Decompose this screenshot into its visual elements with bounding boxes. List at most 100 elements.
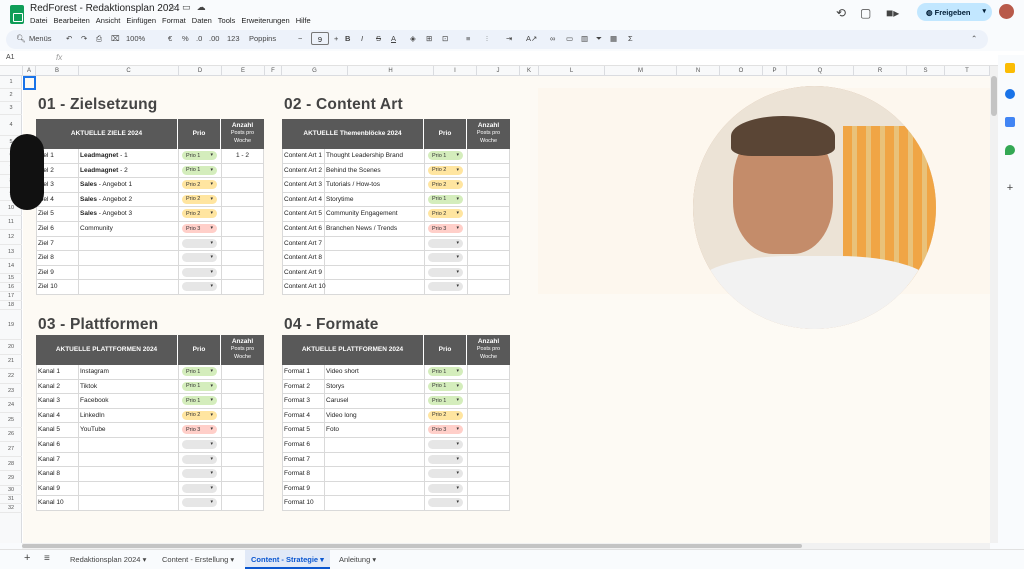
dropdown-arrow-icon[interactable]: ▾: [456, 240, 459, 246]
table-row[interactable]: Content Art 6 Branchen News / Trends Prio …: [282, 222, 510, 237]
menu-ansicht[interactable]: Ansicht: [96, 16, 121, 25]
table-row[interactable]: Content Art 3 Tutorials / How-tos Prio 2 ▾: [282, 178, 510, 193]
cell-id[interactable]: Ziel 5: [38, 210, 54, 217]
prio-dropdown-chip[interactable]: Prio 1 ▾: [182, 381, 217, 391]
cell-description[interactable]: Storys: [326, 383, 424, 390]
row-header[interactable]: 23: [0, 384, 22, 399]
dropdown-arrow-icon[interactable]: ▾: [210, 441, 213, 447]
filter-views-icon[interactable]: ▦: [610, 34, 617, 43]
table-row[interactable]: Kanal 3 Facebook Prio 1 ▾: [36, 394, 264, 409]
cell-description[interactable]: Leadmagnet - 1: [80, 152, 178, 159]
cell-description[interactable]: Thought Leadership Brand: [326, 152, 424, 159]
cell-id[interactable]: Format 1: [284, 368, 310, 375]
table-row[interactable]: Format 6 ▾: [282, 438, 510, 453]
row-header[interactable]: 16: [0, 283, 22, 292]
dropdown-arrow-icon[interactable]: ▾: [456, 181, 459, 187]
cell-description[interactable]: LinkedIn: [80, 412, 178, 419]
prio-dropdown-chip[interactable]: ▾: [428, 440, 463, 449]
cell-description[interactable]: Tutorials / How-tos: [326, 181, 424, 188]
prio-dropdown-chip[interactable]: Prio 1 ▾: [182, 151, 217, 160]
tab-content-strategie[interactable]: Content - Strategie ▾: [245, 550, 330, 569]
col-header[interactable]: O: [720, 66, 763, 76]
menu-hilfe[interactable]: Hilfe: [296, 16, 311, 25]
cell-description[interactable]: Community: [80, 225, 178, 232]
prio-dropdown-chip[interactable]: ▾: [428, 282, 463, 292]
dropdown-arrow-icon[interactable]: ▾: [456, 254, 459, 260]
menu-format[interactable]: Format: [162, 16, 186, 25]
prio-dropdown-chip[interactable]: Prio 1 ▾: [428, 194, 463, 204]
font-size-increase[interactable]: +: [334, 34, 338, 43]
table-row[interactable]: Ziel 9 ▾: [36, 265, 264, 281]
cell-description[interactable]: Branchen News / Trends: [326, 225, 424, 232]
table-row[interactable]: Kanal 7 ▾: [36, 452, 264, 468]
table-row[interactable]: Ziel 4 Sales - Angebot 2 Prio 2 ▾: [36, 192, 264, 208]
prio-dropdown-chip[interactable]: ▾: [182, 469, 217, 479]
col-header[interactable]: S: [907, 66, 945, 76]
col-header[interactable]: Q: [787, 66, 854, 76]
align-horizontal-icon[interactable]: ≡: [466, 34, 470, 43]
row-header[interactable]: 27: [0, 442, 22, 457]
select-all-corner[interactable]: [0, 66, 23, 76]
cell-description[interactable]: Facebook: [80, 397, 178, 404]
row-header[interactable]: 26: [0, 428, 22, 443]
dropdown-arrow-icon[interactable]: ▾: [456, 283, 459, 289]
cell-id[interactable]: Content Art 6: [284, 225, 322, 232]
table-row[interactable]: Content Art 10 ▾: [282, 280, 510, 295]
dropdown-arrow-icon[interactable]: ▾: [210, 397, 213, 403]
dropdown-arrow-icon[interactable]: ▾: [210, 269, 213, 275]
redo-icon[interactable]: ↷: [81, 34, 87, 43]
cell-description[interactable]: Storytime: [326, 196, 424, 203]
cell-id[interactable]: Format 10: [284, 499, 314, 506]
cell-description[interactable]: Carusel: [326, 397, 424, 404]
prio-dropdown-chip[interactable]: Prio 1 ▾: [428, 367, 463, 376]
text-rotation-icon[interactable]: A↗: [526, 34, 537, 43]
dropdown-arrow-icon[interactable]: ▾: [456, 269, 459, 275]
table-row[interactable]: Ziel 7 ▾: [36, 236, 264, 252]
cell-posts-per-week[interactable]: 1 - 2: [221, 152, 264, 159]
cell-id[interactable]: Ziel 10: [38, 283, 58, 290]
prio-dropdown-chip[interactable]: Prio 1 ▾: [428, 381, 463, 391]
prio-dropdown-chip[interactable]: Prio 2 ▾: [182, 410, 217, 420]
prio-dropdown-chip[interactable]: ▾: [182, 282, 217, 292]
dropdown-arrow-icon[interactable]: ▾: [210, 167, 213, 173]
table-row[interactable]: Format 1 Video short Prio 1 ▾: [282, 365, 510, 380]
dropdown-arrow-icon[interactable]: ▾: [456, 456, 459, 462]
dropdown-arrow-icon[interactable]: ▾: [210, 254, 213, 260]
cell-id[interactable]: Content Art 2: [284, 167, 322, 174]
prio-dropdown-chip[interactable]: ▾: [428, 498, 463, 508]
cell-id[interactable]: Content Art 7: [284, 240, 322, 247]
table-row[interactable]: Content Art 2 Behind the Scenes Prio 2 ▾: [282, 163, 510, 179]
table-row[interactable]: Format 10 ▾: [282, 496, 510, 511]
table-row[interactable]: Content Art 9 ▾: [282, 265, 510, 281]
dropdown-arrow-icon[interactable]: ▾: [210, 383, 213, 389]
comment-icon[interactable]: ▢: [860, 6, 871, 20]
strikethrough-icon[interactable]: S: [376, 34, 381, 43]
zoom-select[interactable]: 100%: [126, 34, 145, 43]
table-row[interactable]: Content Art 4 Storytime Prio 1 ▾: [282, 192, 510, 208]
cell-description[interactable]: Tiktok: [80, 383, 178, 390]
prio-dropdown-chip[interactable]: Prio 2 ▾: [182, 194, 217, 204]
dropdown-arrow-icon[interactable]: ▾: [210, 426, 213, 432]
table-row[interactable]: Ziel 5 Sales - Angebot 3 Prio 2 ▾: [36, 207, 264, 222]
dropdown-arrow-icon[interactable]: ▾: [210, 412, 213, 418]
row-header[interactable]: 2: [0, 89, 22, 102]
prio-dropdown-chip[interactable]: Prio 2 ▾: [428, 165, 463, 175]
row-header[interactable]: 3: [0, 102, 22, 115]
cell-id[interactable]: Ziel 8: [38, 254, 54, 261]
cell-id[interactable]: Content Art 1: [284, 152, 322, 159]
currency-format[interactable]: €: [168, 34, 172, 43]
cell-description[interactable]: Video short: [326, 368, 424, 375]
col-header[interactable]: T: [945, 66, 990, 76]
row-header[interactable]: 22: [0, 369, 22, 384]
col-header[interactable]: G: [282, 66, 348, 76]
row-header[interactable]: 20: [0, 340, 22, 355]
prio-dropdown-chip[interactable]: Prio 3 ▾: [428, 425, 463, 435]
col-header[interactable]: N: [677, 66, 720, 76]
fill-color-icon[interactable]: ◈: [410, 34, 416, 43]
row-header[interactable]: 31: [0, 495, 22, 504]
dropdown-arrow-icon[interactable]: ▾: [456, 485, 459, 491]
cell-id[interactable]: Format 9: [284, 485, 310, 492]
cell-id[interactable]: Kanal 9: [38, 485, 60, 492]
cloud-status-icon[interactable]: ☁: [197, 2, 206, 12]
collapse-toolbar-icon[interactable]: ⌃: [971, 34, 977, 43]
